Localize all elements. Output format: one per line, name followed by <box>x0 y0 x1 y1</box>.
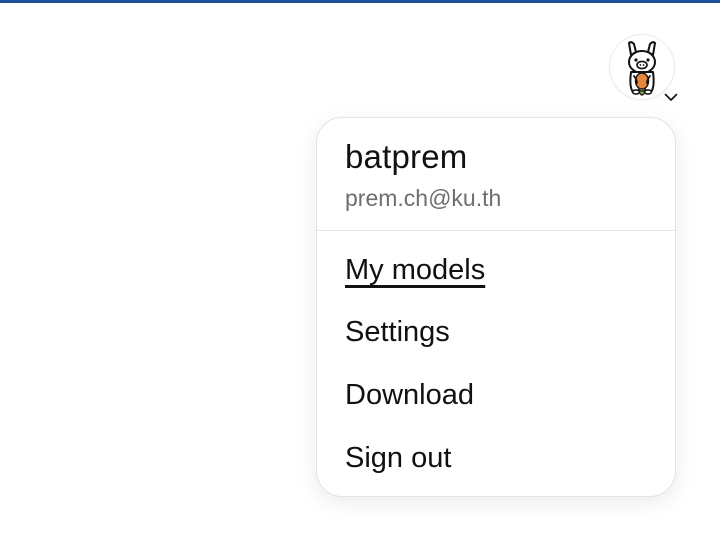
user-email-label: prem.ch@ku.th <box>345 185 502 211</box>
menu-item-sign-out[interactable]: Sign out <box>345 442 451 475</box>
menu-item-settings[interactable]: Settings <box>345 316 450 349</box>
username-label: batprem <box>345 138 468 175</box>
menu-item-download[interactable]: Download <box>345 379 474 412</box>
user-avatar-button[interactable] <box>608 33 678 103</box>
top-accent-bar <box>0 0 720 3</box>
user-info-header: batprem prem.ch@ku.th <box>317 118 675 231</box>
user-dropdown-menu: batprem prem.ch@ku.th My models Settings… <box>316 117 676 497</box>
chevron-down-icon[interactable] <box>664 89 678 101</box>
menu-item-my-models[interactable]: My models <box>345 254 485 287</box>
